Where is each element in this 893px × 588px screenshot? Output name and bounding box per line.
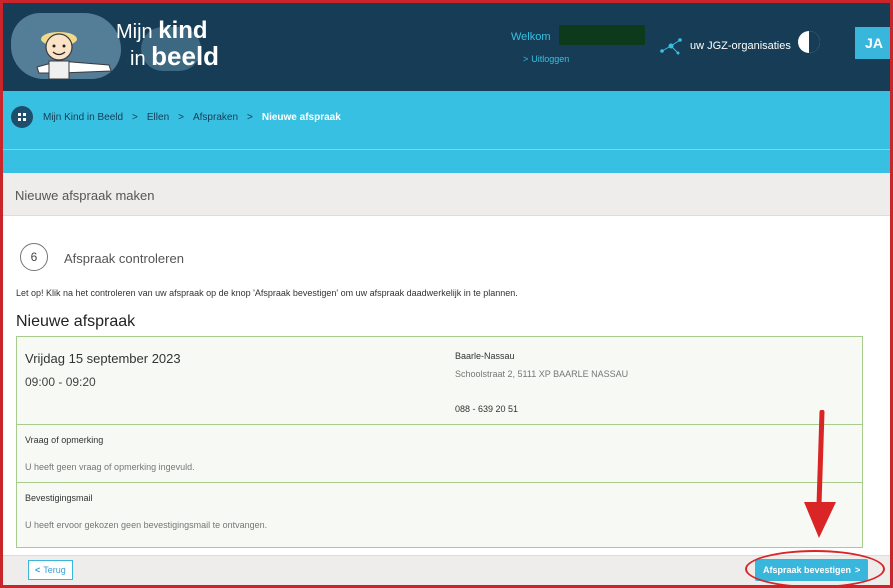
contrast-icon[interactable]	[798, 31, 820, 53]
appointment-date: Vrijdag 15 september 2023	[25, 351, 181, 366]
network-icon	[660, 38, 682, 55]
location-address: Schoolstraat 2, 5111 XP BAARLE NASSAU	[455, 369, 629, 379]
step-number: 6	[20, 243, 48, 271]
confirm-button-label: Afspraak bevestigen	[763, 565, 852, 575]
confirm-appointment-button[interactable]: Afspraak bevestigen >	[755, 559, 869, 581]
site-header: Mijn kind in beeld Welkom > Uitloggen uw …	[3, 3, 893, 91]
page-title: Nieuwe afspraak maken	[15, 188, 155, 203]
divider	[3, 149, 890, 150]
back-button[interactable]: < Terug	[28, 560, 73, 580]
logo-text: beeld	[151, 41, 220, 71]
page-title-bar: Nieuwe afspraak maken	[3, 173, 890, 216]
logo-text: Mijn	[116, 21, 153, 43]
redacted-user-name	[559, 25, 645, 45]
confirm-notice: Let op! Klik na het controleren van uw a…	[16, 288, 518, 298]
mail-heading: Bevestigingsmail	[25, 493, 93, 503]
chevron-right-icon: >	[523, 54, 529, 64]
appointment-time: 09:00 - 09:20	[25, 375, 96, 389]
mail-value: U heeft ervoor gekozen geen bevestigings…	[25, 520, 268, 530]
site-logo[interactable]: Mijn kind in beeld	[11, 9, 241, 85]
step-title: Afspraak controleren	[64, 251, 184, 266]
welcome-label: Welkom	[511, 31, 551, 43]
grid-icon[interactable]	[11, 106, 33, 128]
breadcrumb-bar: Mijn Kind in Beeld > Ellen > Afspraken >…	[3, 91, 890, 173]
section-title: Nieuwe afspraak	[16, 313, 136, 330]
breadcrumb-separator: >	[178, 111, 184, 123]
chevron-left-icon: <	[35, 565, 41, 575]
person-button-label: JA	[865, 35, 883, 51]
confirmation-mail-row: Bevestigingsmail U heeft ervoor gekozen …	[17, 483, 862, 547]
appointment-details-row: Vrijdag 15 september 2023 09:00 - 09:20 …	[17, 337, 862, 425]
logout-label: Uitloggen	[531, 54, 570, 64]
breadcrumb-item-home[interactable]: Mijn Kind in Beeld	[43, 112, 123, 123]
logo-wordmark: Mijn kind in beeld	[116, 19, 219, 71]
location-name: Baarle-Nassau	[455, 351, 515, 361]
logout-link[interactable]: > Uitloggen	[523, 54, 569, 64]
breadcrumb-separator: >	[247, 111, 253, 123]
breadcrumb-item-appointments[interactable]: Afspraken	[193, 112, 238, 123]
question-value: U heeft geen vraag of opmerking ingevuld…	[25, 462, 195, 472]
logo-text: in	[130, 48, 146, 70]
chevron-right-icon: >	[855, 565, 861, 575]
organisations-link[interactable]: uw JGZ-organisaties	[658, 36, 791, 56]
breadcrumb-separator: >	[132, 111, 138, 123]
logo-text: kind	[158, 17, 208, 44]
child-mascot-icon	[36, 32, 112, 80]
question-heading: Vraag of opmerking	[25, 435, 104, 445]
location-phone: 088 - 639 20 51	[455, 404, 519, 414]
person-icon[interactable]: JA	[855, 27, 893, 59]
breadcrumb-item-child[interactable]: Ellen	[147, 112, 169, 123]
organisations-label: uw JGZ-organisaties	[690, 40, 791, 52]
breadcrumb-item-current: Nieuwe afspraak	[261, 111, 341, 123]
appointment-summary-card: Vrijdag 15 september 2023 09:00 - 09:20 …	[16, 336, 863, 548]
back-button-label: Terug	[43, 565, 66, 575]
breadcrumb: Mijn Kind in Beeld > Ellen > Afspraken >…	[11, 106, 341, 128]
question-row: Vraag of opmerking U heeft geen vraag of…	[17, 425, 862, 483]
